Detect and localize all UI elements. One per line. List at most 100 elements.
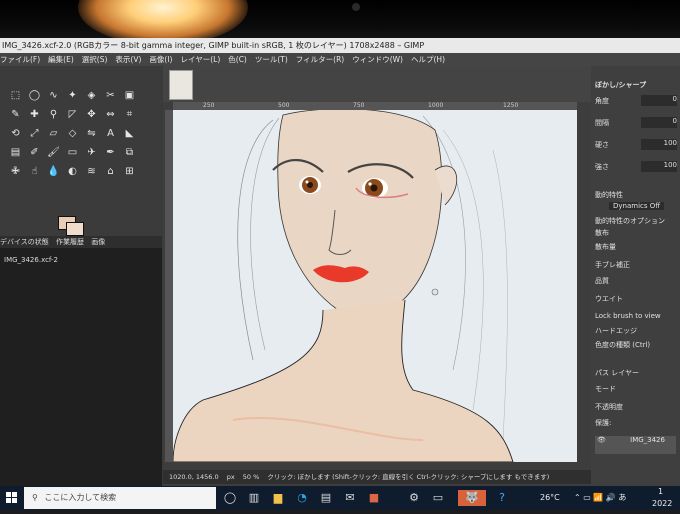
unified-transform-icon[interactable]: ⊞: [120, 162, 139, 181]
option-slider[interactable]: 0: [641, 95, 677, 106]
tab-layers[interactable]: レイヤー: [611, 369, 639, 377]
dodge-icon[interactable]: ◐: [63, 162, 82, 181]
edge-browser-icon[interactable]: ◔: [294, 490, 310, 506]
app-window-icon[interactable]: ▭: [430, 490, 446, 506]
fuzzy-select-icon[interactable]: ✦: [63, 86, 82, 105]
image-list-item[interactable]: IMG_3426.xcf-2: [4, 256, 58, 264]
move-icon[interactable]: ✥: [82, 105, 101, 124]
option-slider[interactable]: 100: [641, 139, 677, 150]
align-icon[interactable]: ⇔: [101, 105, 120, 124]
hard-edge-checkbox[interactable]: ハードエッジ: [595, 326, 637, 336]
mail-icon[interactable]: ✉: [342, 490, 358, 506]
clock-time[interactable]: 1: [658, 486, 663, 498]
airbrush-icon[interactable]: ✈: [82, 143, 101, 162]
gimp-app-icon[interactable]: 🐺: [458, 490, 486, 506]
ink-icon[interactable]: ✒: [101, 143, 120, 162]
tray-icons[interactable]: ⌃ ▭ 📶 🔊 あ: [574, 486, 626, 510]
dynamics-options-toggle[interactable]: 動的特性のオプション: [595, 216, 665, 226]
menu-item-8[interactable]: フィルター(R): [296, 55, 344, 64]
ruler-tick-label: 750: [353, 102, 365, 109]
foreground-select-icon[interactable]: ▣: [120, 86, 139, 105]
menu-item-2[interactable]: 選択(S): [82, 55, 108, 64]
paintbrush-icon[interactable]: 🖌: [44, 143, 63, 162]
crop-icon[interactable]: ⌗: [120, 105, 139, 124]
windows-start-icon[interactable]: [0, 486, 24, 510]
widgets-icon[interactable]: ▥: [246, 490, 262, 506]
option-label: 角度: [595, 97, 609, 105]
dynamics-select[interactable]: Dynamics Off: [609, 202, 665, 210]
flip-icon[interactable]: ⇋: [82, 124, 101, 143]
warp-icon[interactable]: ≋: [82, 162, 101, 181]
visibility-eye-icon[interactable]: 👁: [597, 436, 606, 444]
color-select-icon[interactable]: ◈: [82, 86, 101, 105]
unit-select[interactable]: px: [227, 473, 235, 481]
help-icon[interactable]: ?: [494, 490, 510, 506]
zoom-select[interactable]: 50 %: [243, 473, 260, 481]
layer-row[interactable]: 👁 IMG_3426: [595, 436, 676, 454]
pencil-icon[interactable]: ✐: [25, 143, 44, 162]
option-slider[interactable]: 0: [641, 117, 677, 128]
scatter-amount-label: 散布量: [595, 243, 616, 251]
opacity-label[interactable]: 不透明度: [595, 402, 623, 412]
jitter-checkbox[interactable]: 手ブレ補正: [595, 260, 630, 270]
zoom-icon[interactable]: ⚲: [44, 105, 63, 124]
tab-images[interactable]: 画像: [91, 238, 105, 246]
heal-icon[interactable]: ✙: [6, 162, 25, 181]
ellipse-select-icon[interactable]: ◯: [25, 86, 44, 105]
menu-item-3[interactable]: 表示(V): [115, 55, 141, 64]
tab-paths[interactable]: パス: [595, 369, 609, 377]
color-picker-icon[interactable]: ✚: [25, 105, 44, 124]
option-label: 強さ: [595, 163, 609, 171]
background-color-swatch[interactable]: [66, 222, 84, 236]
menu-item-6[interactable]: 色(C): [228, 55, 247, 64]
scissors-icon[interactable]: ✂: [101, 86, 120, 105]
file-explorer-icon[interactable]: ▆: [270, 490, 286, 506]
bucket-fill-icon[interactable]: ◣: [120, 124, 139, 143]
option-slider[interactable]: 100: [641, 161, 677, 172]
ruler-tick-label: 500: [278, 102, 290, 109]
tab-device-status[interactable]: デバイスの状態: [0, 238, 49, 246]
tool-grid: ⬚ ◯ ∿ ✦ ◈ ✂ ▣ ✎ ✚ ⚲ ◸ ✥ ⇔ ⌗ ⟲ ⤢ ▱ ◇ ⇋ A ◣ ▤ ✐ 🖌 ▭ ✈ ✒ ⧉ ✙ ☝ 💧 ◐ ≋ ⌂ ⊞: [6, 86, 139, 181]
weather-temperature[interactable]: 26°C: [540, 486, 560, 510]
shear-icon[interactable]: ▱: [44, 124, 63, 143]
lock-brush-checkbox[interactable]: Lock brush to view: [595, 312, 661, 320]
store-icon[interactable]: ▤: [318, 490, 334, 506]
perspective-icon[interactable]: ◇: [63, 124, 82, 143]
layer-tabs: パス レイヤー: [595, 368, 639, 378]
paths-icon[interactable]: ✎: [6, 105, 25, 124]
cage-icon[interactable]: ⌂: [101, 162, 120, 181]
layer-mode-label[interactable]: モード: [595, 384, 616, 394]
monitor-bezel: [0, 0, 680, 45]
pointer-coords: 1020.0, 1456.0: [169, 473, 219, 481]
text-icon[interactable]: A: [101, 124, 120, 143]
ruler-tick-label: 250: [203, 102, 215, 109]
image-canvas[interactable]: [173, 110, 577, 462]
menu-item-7[interactable]: ツール(T): [255, 55, 288, 64]
settings-gear-icon[interactable]: ⚙: [406, 490, 422, 506]
smudge-icon[interactable]: ☝: [25, 162, 44, 181]
tab-undo-history[interactable]: 作業履歴: [56, 238, 84, 246]
measure-icon[interactable]: ◸: [63, 105, 82, 124]
rotate-icon[interactable]: ⟲: [6, 124, 25, 143]
menu-item-9[interactable]: ウィンドウ(W): [352, 55, 403, 64]
scatter-checkbox[interactable]: 散布: [595, 228, 609, 238]
menu-item-4[interactable]: 画像(I): [149, 55, 172, 64]
clock-date[interactable]: 2022: [652, 498, 672, 510]
menu-item-0[interactable]: ファイル(F): [0, 55, 40, 64]
eraser-icon[interactable]: ▭: [63, 143, 82, 162]
taskbar-search-box[interactable]: ⚲ ここに入力して検索: [24, 487, 216, 509]
image-thumbnail-tab[interactable]: [169, 70, 193, 100]
menu-item-1[interactable]: 編集(E): [48, 55, 74, 64]
task-view-icon[interactable]: ◯: [222, 490, 238, 506]
search-icon: ⚲: [32, 493, 38, 502]
lasso-icon[interactable]: ∿: [44, 86, 63, 105]
menu-item-5[interactable]: レイヤー(L): [180, 55, 220, 64]
dynamics-label: 動的特性: [595, 191, 623, 199]
rect-select-icon[interactable]: ⬚: [6, 86, 25, 105]
app-icon[interactable]: ■: [366, 490, 382, 506]
scale-icon[interactable]: ⤢: [25, 124, 44, 143]
blur-icon[interactable]: 💧: [44, 162, 63, 181]
menu-item-10[interactable]: ヘルプ(H): [411, 55, 445, 64]
gradient-icon[interactable]: ▤: [6, 143, 25, 162]
clone-icon[interactable]: ⧉: [120, 143, 139, 162]
